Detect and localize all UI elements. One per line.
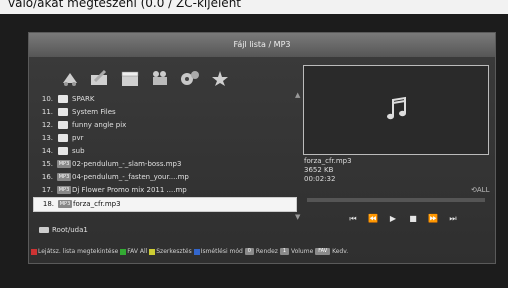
file-duration: 00:02:32 [304,175,336,183]
red-key-icon [31,248,37,255]
list-item[interactable]: 17. MP3 Dj Flower Promo mix 2011 ....mp [33,184,295,197]
record-icon[interactable] [149,69,171,87]
list-item-selected[interactable]: 18. MP3 forza_cfr.mp3 [33,197,297,212]
green-key-icon [120,248,127,255]
list-item[interactable]: 13. pvr [33,132,295,145]
repeat-mode: ⟲ALL [471,186,490,194]
folder-icon [58,95,68,103]
file-info: forza_cfr.mp3 3652 KB 00:02:32 [304,157,352,184]
blue-key-icon [193,248,200,255]
window-title: Fájl lista / MP3 [29,33,495,57]
picture-icon[interactable] [89,69,111,87]
mp3-file-icon: MP3 [57,186,71,194]
list-item[interactable]: 16. MP3 04-pendulum_-_fasten_your....mp [33,171,295,184]
playback-progress-bar[interactable] [307,198,485,202]
top-caption-strip: való/akat megteszeni (0.0 / ZC-kijelent [0,0,508,14]
rewind-icon[interactable]: ⏪ [367,213,379,225]
key-0-badge: 0 [244,248,254,255]
file-list-window: Fájl lista / MP3 ▲ 10. SPARK 11. System … [28,32,496,264]
mp3-file-icon: MP3 [58,200,72,208]
skip-next-icon[interactable]: ⏭ [447,213,459,225]
list-item[interactable]: 12. funny angle pix [33,119,295,132]
play-icon[interactable]: ▶ [387,213,399,225]
scroll-up-icon[interactable]: ▲ [295,91,300,99]
file-size: 3652 KB [304,166,334,174]
footer-help-bar: Lejátsz. lista megtekintése FAV All Szer… [31,246,493,258]
folder-icon [58,121,68,129]
mp3-file-icon: MP3 [57,160,71,168]
list-item[interactable]: 15. MP3 02-pendulum_-_slam-boss.mp3 [33,158,295,171]
music-note-icon [387,96,406,120]
stop-icon[interactable]: ■ [407,213,419,225]
list-item[interactable]: 10. SPARK [33,93,295,106]
usb-drive-icon [39,227,49,233]
mp3-file-icon: MP3 [57,173,71,181]
file-name: forza_cfr.mp3 [304,157,352,165]
fast-forward-icon[interactable]: ⏩ [427,213,439,225]
top-caption: való/akat megteszeni (0.0 / ZC-kijelent [8,0,241,10]
movie-icon[interactable] [119,69,141,87]
scroll-down-icon[interactable]: ▼ [295,213,300,221]
current-path: Root/uda1 [39,226,88,234]
music-icon[interactable] [59,69,81,87]
fav-key-badge: FAV [315,248,331,255]
folder-icon [58,108,68,116]
settings-icon[interactable] [179,69,201,87]
key-1-badge: 1 [279,248,290,255]
yellow-key-icon [149,248,156,255]
favorites-icon[interactable] [209,69,231,87]
list-item[interactable]: 14. sub [33,145,295,158]
list-item[interactable]: 11. System Files [33,106,295,119]
folder-icon [58,134,68,142]
skip-previous-icon[interactable]: ⏮ [347,213,359,225]
folder-icon [58,147,68,155]
preview-box [303,65,489,155]
